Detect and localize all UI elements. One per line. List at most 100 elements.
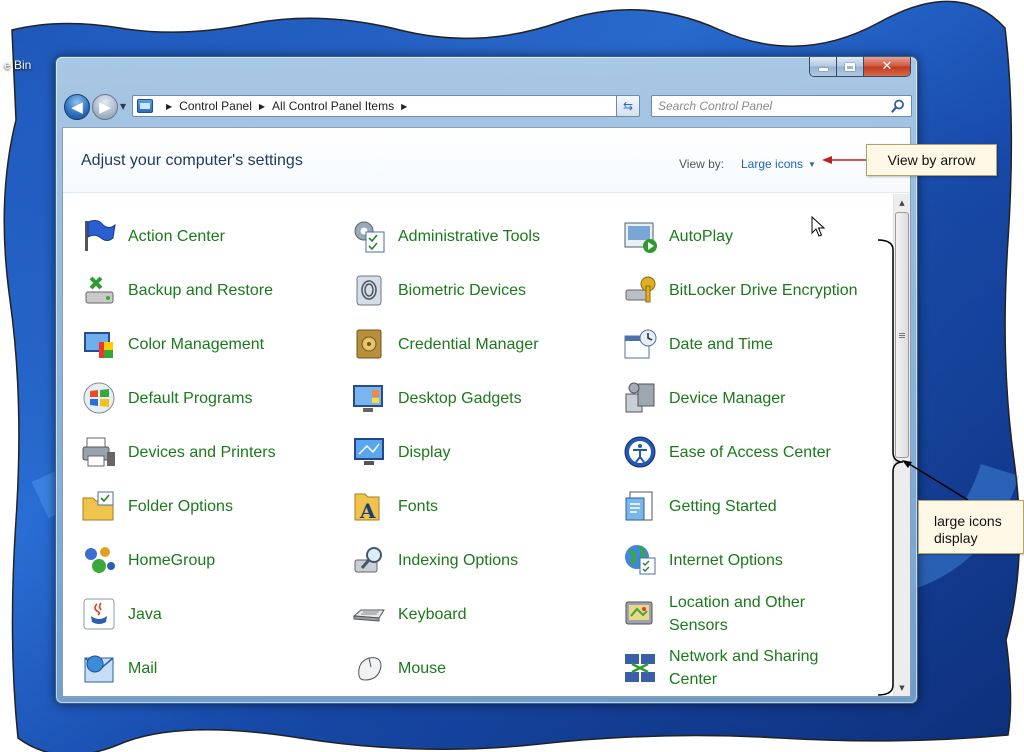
fonts-folder-icon[interactable]: A: [351, 488, 387, 524]
backup-restore-icon[interactable]: [81, 272, 117, 308]
control-panel-item[interactable]: Mail: [81, 643, 157, 693]
control-panel-item-label[interactable]: Mail: [128, 657, 157, 680]
control-panel-item[interactable]: Internet Options: [622, 535, 783, 585]
control-panel-item-label[interactable]: Default Programs: [128, 387, 253, 410]
control-panel-item[interactable]: Folder Options: [81, 481, 233, 531]
breadcrumb-separator-icon[interactable]: ▶: [259, 102, 265, 111]
desktop-gadgets-icon[interactable]: [351, 380, 387, 416]
breadcrumb-separator-icon[interactable]: ▶: [401, 102, 407, 111]
keyboard-icon[interactable]: [351, 596, 387, 632]
breadcrumb-separator-icon[interactable]: ▶: [166, 102, 172, 111]
close-button[interactable]: ✕: [864, 57, 910, 76]
control-panel-item-label[interactable]: Keyboard: [398, 603, 467, 626]
refresh-button[interactable]: ⇆: [616, 95, 640, 117]
search-icon[interactable]: [891, 99, 905, 113]
view-by-value[interactable]: Large icons: [741, 157, 803, 171]
device-manager-icon[interactable]: [622, 380, 658, 416]
scroll-down-button[interactable]: ▼: [894, 679, 910, 696]
control-panel-item[interactable]: Display: [351, 427, 450, 477]
control-panel-item-label[interactable]: Getting Started: [669, 495, 777, 518]
breadcrumb-control-panel[interactable]: Control Panel: [179, 99, 252, 113]
control-panel-item[interactable]: AutoPlay: [622, 212, 733, 261]
control-panel-item[interactable]: Getting Started: [622, 481, 777, 531]
control-panel-item-label[interactable]: BitLocker Drive Encryption: [669, 279, 858, 302]
network-icon[interactable]: [622, 650, 658, 686]
view-by-dropdown[interactable]: Large icons ▼: [741, 157, 816, 171]
credential-vault-icon[interactable]: [351, 326, 387, 362]
control-panel-item-label[interactable]: Indexing Options: [398, 549, 518, 572]
control-panel-item-label[interactable]: Date and Time: [669, 333, 773, 356]
indexing-magnifier-icon[interactable]: [351, 542, 387, 578]
control-panel-item-label[interactable]: HomeGroup: [128, 549, 215, 572]
autoplay-icon[interactable]: [622, 218, 658, 254]
control-panel-item-label[interactable]: Network and Sharing Center: [669, 645, 839, 691]
mouse-icon[interactable]: [351, 650, 387, 686]
control-panel-item[interactable]: Ease of Access Center: [622, 427, 831, 477]
control-panel-item[interactable]: Credential Manager: [351, 319, 539, 369]
control-panel-item-label[interactable]: Mouse: [398, 657, 446, 680]
vertical-scrollbar[interactable]: ▲ ▼: [893, 194, 910, 696]
control-panel-item-label[interactable]: Biometric Devices: [398, 279, 526, 302]
control-panel-item-label[interactable]: Java: [128, 603, 162, 626]
control-panel-item[interactable]: Date and Time: [622, 319, 773, 369]
homegroup-icon[interactable]: [81, 542, 117, 578]
mail-icon[interactable]: [81, 650, 117, 686]
printer-icon[interactable]: [81, 434, 117, 470]
control-panel-item[interactable]: Color Management: [81, 319, 264, 369]
action-center-flag-icon[interactable]: [81, 218, 117, 254]
calendar-clock-icon[interactable]: [622, 326, 658, 362]
control-panel-item[interactable]: A Fonts: [351, 481, 438, 531]
control-panel-item-label[interactable]: Action Center: [128, 225, 225, 248]
control-panel-item[interactable]: Biometric Devices: [351, 265, 526, 315]
bitlocker-key-icon[interactable]: [622, 272, 658, 308]
ease-of-access-icon[interactable]: [622, 434, 658, 470]
control-panel-item[interactable]: HomeGroup: [81, 535, 215, 585]
control-panel-item-label[interactable]: Color Management: [128, 333, 264, 356]
search-box[interactable]: [651, 95, 912, 117]
recent-pages-dropdown[interactable]: ▼: [120, 102, 126, 111]
control-panel-item[interactable]: Location and Other Sensors: [622, 589, 839, 639]
view-by-arrow-icon[interactable]: ▼: [808, 160, 816, 169]
control-panel-item-label[interactable]: AutoPlay: [669, 225, 733, 248]
control-panel-item-label[interactable]: Backup and Restore: [128, 279, 273, 302]
java-cup-icon[interactable]: [81, 596, 117, 632]
control-panel-item-label[interactable]: Device Manager: [669, 387, 786, 410]
getting-started-icon[interactable]: [622, 488, 658, 524]
control-panel-item[interactable]: Devices and Printers: [81, 427, 276, 477]
biometric-fingerprint-icon[interactable]: [351, 272, 387, 308]
forward-button[interactable]: ▶: [92, 94, 118, 120]
maximize-button[interactable]: [837, 57, 864, 76]
control-panel-item-label[interactable]: Fonts: [398, 495, 438, 518]
folder-options-icon[interactable]: [81, 488, 117, 524]
control-panel-item-label[interactable]: Internet Options: [669, 549, 783, 572]
breadcrumb-all-items[interactable]: All Control Panel Items: [272, 99, 394, 113]
control-panel-item-label[interactable]: Desktop Gadgets: [398, 387, 522, 410]
control-panel-item-label[interactable]: Credential Manager: [398, 333, 539, 356]
scroll-up-button[interactable]: ▲: [894, 194, 910, 211]
location-sensor-icon[interactable]: [622, 596, 658, 632]
control-panel-item[interactable]: Java: [81, 589, 162, 639]
color-management-icon[interactable]: [81, 326, 117, 362]
minimize-button[interactable]: [810, 57, 837, 76]
search-input[interactable]: [658, 99, 886, 113]
control-panel-item-label[interactable]: Ease of Access Center: [669, 441, 831, 464]
control-panel-item[interactable]: Action Center: [81, 212, 225, 261]
scroll-thumb[interactable]: [895, 212, 909, 458]
control-panel-item[interactable]: Device Manager: [622, 373, 786, 423]
control-panel-item-label[interactable]: Administrative Tools: [398, 225, 540, 248]
administrative-tools-icon[interactable]: [351, 218, 387, 254]
control-panel-item[interactable]: BitLocker Drive Encryption: [622, 265, 858, 315]
back-button[interactable]: ◀: [64, 94, 90, 120]
control-panel-item[interactable]: Desktop Gadgets: [351, 373, 522, 423]
display-monitor-icon[interactable]: [351, 434, 387, 470]
windows-logo-icon[interactable]: [81, 380, 117, 416]
control-panel-item-label[interactable]: Folder Options: [128, 495, 233, 518]
control-panel-item[interactable]: Backup and Restore: [81, 265, 273, 315]
control-panel-item[interactable]: Default Programs: [81, 373, 253, 423]
recycle-bin-label[interactable]: e Bin: [4, 58, 31, 72]
address-bar[interactable]: ▶ Control Panel ▶ All Control Panel Item…: [132, 95, 639, 117]
control-panel-item[interactable]: Indexing Options: [351, 535, 518, 585]
control-panel-item[interactable]: Keyboard: [351, 589, 467, 639]
control-panel-item[interactable]: Mouse: [351, 643, 446, 693]
internet-globe-icon[interactable]: [622, 542, 658, 578]
